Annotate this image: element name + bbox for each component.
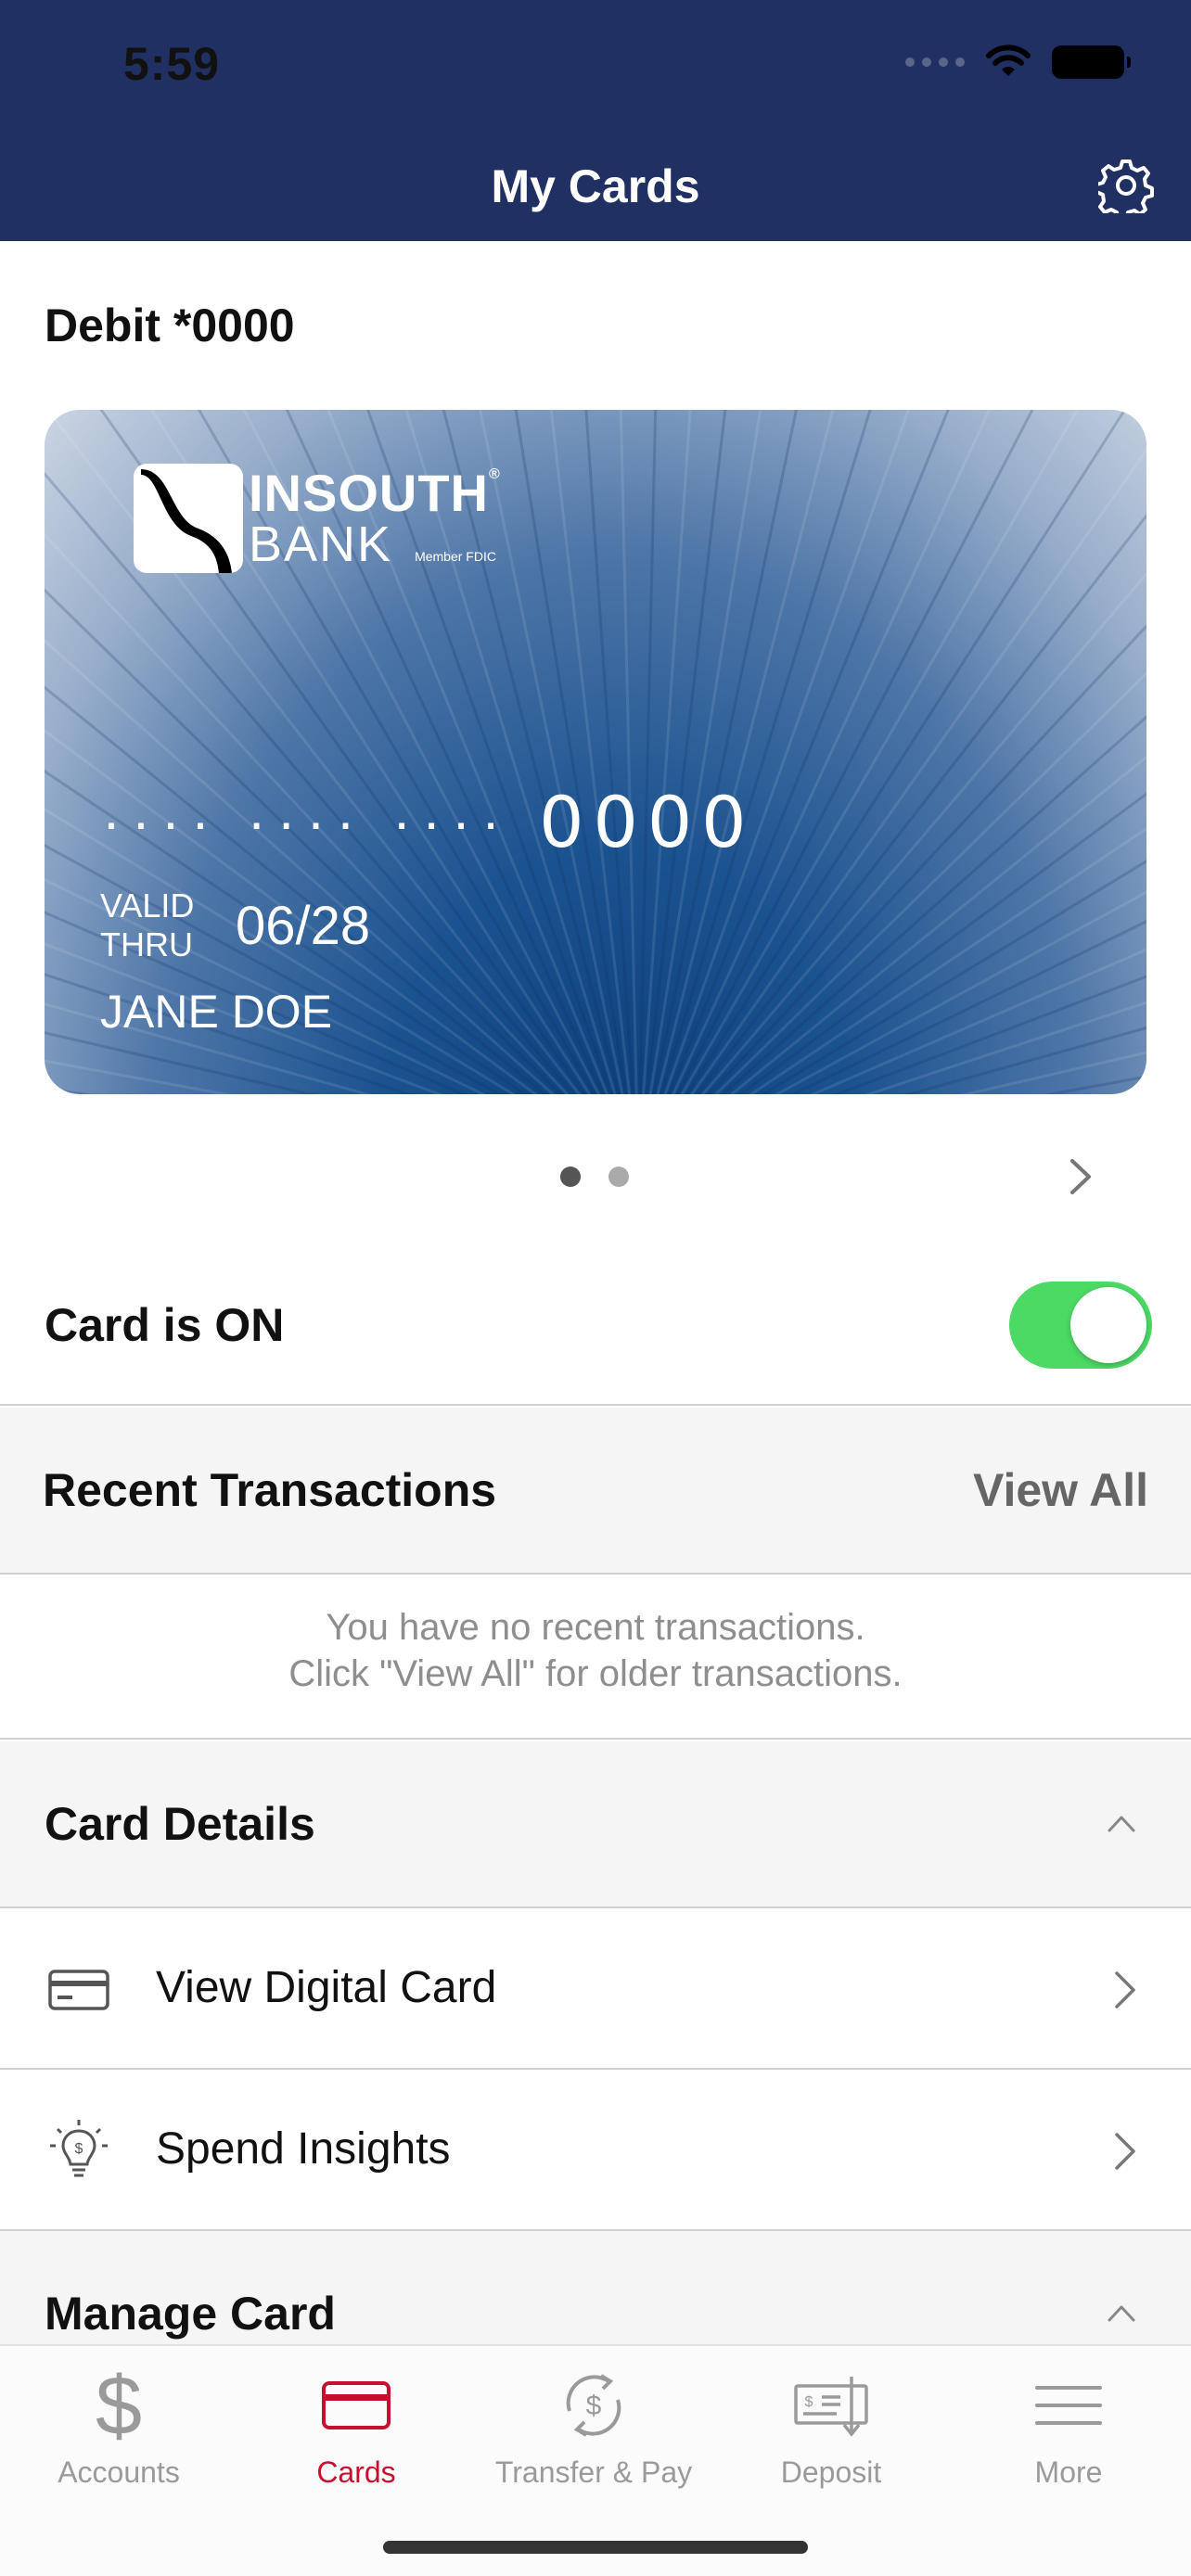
menu-icon [1035,2386,1102,2425]
pager-dot-active[interactable] [560,1167,581,1187]
view-digital-card-label: View Digital Card [156,1963,497,2012]
no-transactions-message: You have no recent transactions. Click "… [0,1576,1191,1740]
home-indicator [383,2541,808,2554]
card-label: Debit *0000 [45,300,295,351]
card-number-last4: 0000 [539,781,756,863]
recent-transactions-title: Recent Transactions [43,1464,497,1516]
wifi-icon [986,45,1031,76]
card-number: ···· ···· ···· 0000 [102,781,756,863]
tab-transfer-pay[interactable]: $ Transfer & Pay [475,2359,712,2490]
check-deposit-icon: $ [794,2377,868,2437]
card-expiry: VALID THRU 06/28 [100,886,370,964]
card-details-title: Card Details [45,1798,315,1850]
debit-card-image[interactable]: INSOUTH® BANK Member FDIC ···· ···· ···· … [45,410,1146,1094]
tab-more[interactable]: More [950,2359,1187,2490]
card-number-masked: ···· ···· ···· [102,791,512,853]
svg-text:$: $ [805,2394,813,2410]
lightbulb-dollar-icon: $ [50,2120,108,2177]
dollar-icon: $ [96,2364,142,2447]
pager-dot[interactable] [608,1167,629,1187]
page-title: My Cards [491,160,700,212]
bank-logo-mark [134,464,243,573]
chevron-right-icon [1115,2133,1135,2170]
tab-transfer-pay-label: Transfer & Pay [494,2455,693,2489]
spend-insights-row[interactable]: $ Spend Insights [0,2070,1191,2231]
chevron-right-icon [1115,1971,1135,2009]
view-all-link[interactable]: View All [973,1463,1148,1517]
tab-deposit[interactable]: $ Deposit [712,2359,950,2490]
svg-text:$: $ [586,2391,602,2421]
manage-card-title: Manage Card [45,2288,336,2340]
tab-more-label: More [1034,2455,1103,2489]
member-fdic-text: Member FDIC [415,549,496,564]
card-toggle-label: Card is ON [45,1299,285,1351]
status-icons [905,45,1131,80]
tab-cards-label: Cards [316,2455,396,2489]
tab-accounts-label: Accounts [58,2455,180,2489]
registered-mark: ® [489,466,501,482]
status-time: 5:59 [123,38,221,90]
gear-icon [1098,159,1154,213]
valid-thru-label: VALID THRU [100,886,221,964]
recent-transactions-header: Recent Transactions View All [0,1408,1191,1575]
chevron-up-icon [1108,1816,1135,1832]
card-on-toggle[interactable] [1009,1282,1152,1369]
valid-label-line1: VALID [100,886,195,925]
expiry-date: 06/28 [236,895,371,956]
svg-text:$: $ [75,2141,83,2157]
bank-logo-text: INSOUTH® BANK Member FDIC [249,464,501,572]
cellular-signal-icon [905,57,965,67]
bank-name-line2: BANK [249,516,393,572]
tab-accounts[interactable]: $ Accounts [0,2359,237,2490]
card-details-header[interactable]: Card Details [0,1741,1191,1908]
next-card-chevron-icon[interactable] [1061,1154,1098,1200]
empty-message-line2: Click "View All" for older transactions. [288,1653,903,1694]
battery-icon [1052,45,1131,79]
bank-name-line1: INSOUTH [249,464,489,522]
chevron-up-icon [1108,2305,1135,2322]
empty-message-line1: You have no recent transactions. [326,1607,865,1648]
bank-logo: INSOUTH® BANK Member FDIC [134,464,501,573]
valid-label-line2: THRU [100,925,193,963]
credit-card-icon [48,1970,109,2010]
toggle-knob [1070,1287,1146,1363]
card-icon [322,2381,391,2429]
card-holder-name: JANE DOE [100,986,333,1038]
header-bar: 5:59 My Cards [0,0,1191,241]
card-pager[interactable] [560,1167,629,1187]
card-ray [721,715,1146,1094]
tab-cards[interactable]: Cards [237,2359,475,2490]
tab-deposit-label: Deposit [780,2455,882,2489]
spend-insights-label: Spend Insights [156,2124,451,2174]
settings-button[interactable] [1096,156,1156,215]
card-toggle-row: Card is ON [0,1243,1191,1406]
svg-text:$: $ [96,2364,142,2447]
view-digital-card-row[interactable]: View Digital Card [0,1908,1191,2070]
transfer-icon: $ [566,2374,621,2437]
